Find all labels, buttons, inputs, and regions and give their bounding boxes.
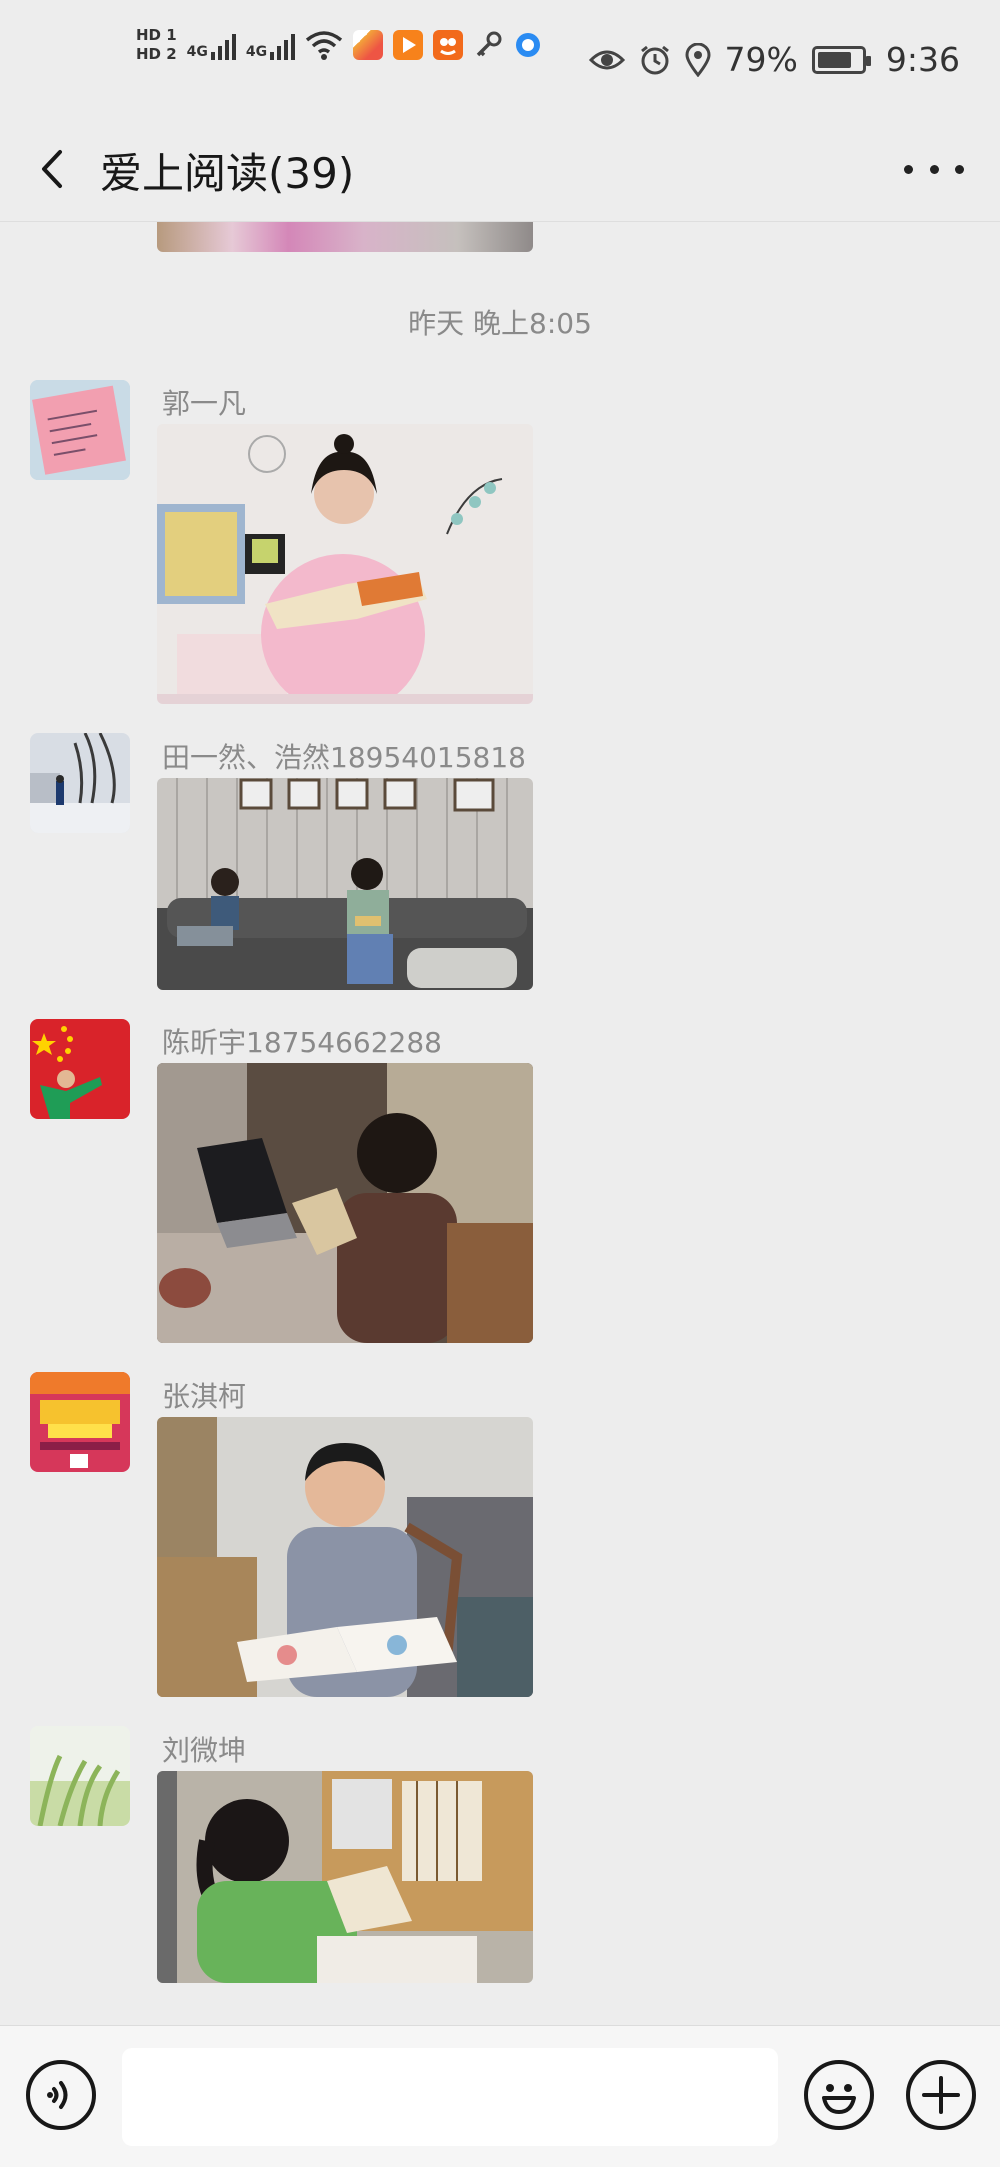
- message-image[interactable]: [157, 1063, 533, 1343]
- chat-screen: HD 1 HD 2 4G 4G 79% 9:36 爱上阅读(39) 昨天 晚上8…: [0, 0, 1000, 2167]
- sender-name: 张淇柯: [162, 1380, 247, 1413]
- eye-icon: [588, 50, 625, 69]
- network-type-1: 4G: [186, 44, 208, 60]
- hd2-label: HD 2: [136, 45, 177, 63]
- message-list[interactable]: 昨天 晚上8:05 郭一凡 田一然、浩然18954015818 陈昕宇18754…: [0, 222, 1000, 2025]
- video-app-icon: [393, 30, 424, 60]
- plus-icon[interactable]: [906, 2060, 976, 2130]
- app-notification-icon: [353, 30, 384, 60]
- message-image[interactable]: [157, 778, 533, 990]
- more-icon[interactable]: [904, 154, 964, 184]
- chat-title: 爱上阅读(39): [100, 149, 355, 198]
- browser-app-icon: [516, 33, 541, 57]
- key-icon: [476, 31, 502, 57]
- chat-header: 爱上阅读(39): [0, 120, 1000, 222]
- sender-name: 田一然、浩然18954015818: [162, 741, 526, 774]
- location-icon: [685, 42, 711, 77]
- signal-1-icon: 4G: [187, 30, 236, 60]
- input-bar: [0, 2025, 1000, 2167]
- message-image-previous[interactable]: [157, 222, 533, 252]
- wifi-icon: [306, 31, 343, 60]
- hd-indicator: HD 1 HD 2: [136, 28, 177, 62]
- message-input[interactable]: [122, 2048, 778, 2146]
- battery-percent: 79%: [724, 40, 798, 79]
- status-bar: HD 1 HD 2 4G 4G 79% 9:36: [0, 0, 1000, 120]
- avatar[interactable]: [30, 1019, 130, 1119]
- clock-time: 9:36: [885, 40, 960, 79]
- qzone-app-icon: [433, 30, 464, 60]
- message-timestamp: 昨天 晚上8:05: [408, 307, 592, 340]
- avatar[interactable]: [30, 1372, 130, 1472]
- network-type-2: 4G: [245, 44, 268, 60]
- back-arrow-icon[interactable]: [30, 144, 80, 194]
- voice-icon[interactable]: [26, 2060, 96, 2130]
- sender-name: 陈昕宇18754662288: [162, 1026, 442, 1059]
- emoji-icon[interactable]: [804, 2060, 874, 2130]
- battery-icon: [811, 45, 871, 74]
- sender-name: 郭一凡: [162, 387, 247, 420]
- message-image[interactable]: [157, 1417, 533, 1697]
- message-image[interactable]: [157, 424, 533, 704]
- hd1-label: HD 1: [136, 26, 177, 44]
- avatar[interactable]: [30, 1726, 130, 1826]
- avatar[interactable]: [30, 380, 130, 480]
- signal-2-icon: 4G: [245, 30, 296, 60]
- message-image[interactable]: [157, 1771, 533, 1983]
- sender-name: 刘微坤: [162, 1734, 247, 1767]
- avatar[interactable]: [30, 733, 130, 833]
- alarm-icon: [640, 45, 669, 74]
